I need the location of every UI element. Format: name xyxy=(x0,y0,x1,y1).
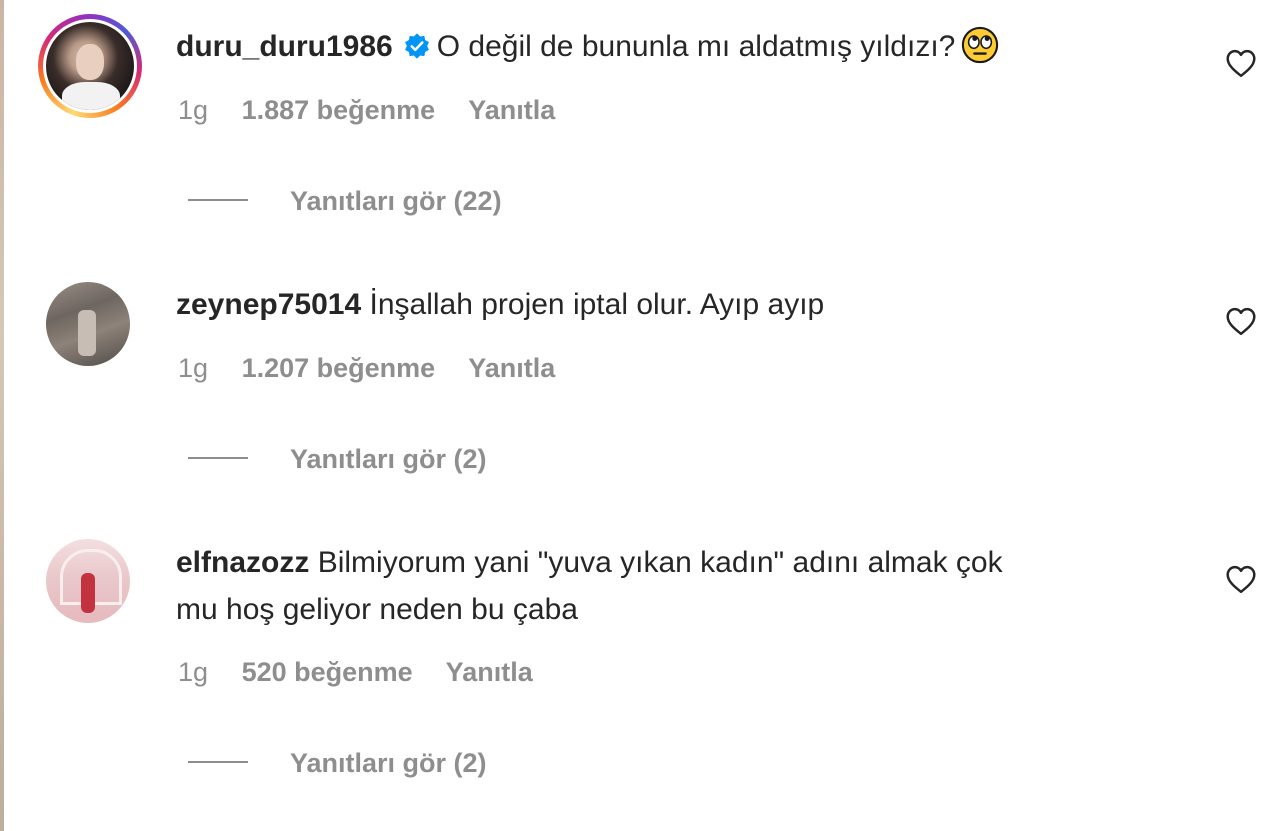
comment-likes[interactable]: 1.887 beğenme xyxy=(242,95,436,125)
reply-button[interactable]: Yanıtla xyxy=(468,353,555,383)
comment-text-line: zeynep75014 İnşallah projen iptal olur. … xyxy=(176,282,824,328)
verified-badge-icon xyxy=(404,33,429,59)
comment-text-continued: mu hoş geliyor neden bu çaba xyxy=(176,593,578,626)
page-edge-strip xyxy=(0,0,4,831)
replies-divider xyxy=(188,761,248,763)
view-replies-button[interactable]: Yanıtları gör (2) xyxy=(188,444,487,475)
avatar[interactable] xyxy=(46,282,130,366)
replies-divider xyxy=(188,199,248,201)
reply-button[interactable]: Yanıtla xyxy=(468,95,555,125)
comment-username[interactable]: zeynep75014 xyxy=(176,288,361,321)
avatar[interactable] xyxy=(46,539,130,623)
view-replies-label: Yanıtları gör (2) xyxy=(290,748,487,778)
comment-text: O değil de bununla mı aldatmış yıldızı? xyxy=(436,30,956,63)
replies-divider xyxy=(188,457,248,459)
view-replies-label: Yanıtları gör (22) xyxy=(290,186,502,216)
comment-likes[interactable]: 1.207 beğenme xyxy=(242,353,436,383)
heart-outline-icon[interactable] xyxy=(1222,44,1260,82)
comment-username[interactable]: duru_duru1986 xyxy=(176,30,393,63)
comment-username[interactable]: elfnazozz xyxy=(176,546,309,579)
heart-outline-icon[interactable] xyxy=(1222,560,1260,598)
comment-time: 1g xyxy=(178,657,209,687)
comment-time: 1g xyxy=(178,95,209,125)
comment-meta: 1g 1.207 beğenme Yanıtla xyxy=(178,353,581,384)
comment-meta: 1g 1.887 beğenme Yanıtla xyxy=(178,95,581,126)
view-replies-button[interactable]: Yanıtları gör (2) xyxy=(188,748,487,779)
comment-text-line: elfnazozz Bilmiyorum yani "yuva yıkan ka… xyxy=(176,540,1003,586)
face-with-rolling-eyes-icon xyxy=(962,26,999,64)
comment-text: İnşallah projen iptal olur. Ayıp ayıp xyxy=(369,288,825,321)
comment-meta: 1g 520 beğenme Yanıtla xyxy=(178,657,559,688)
view-replies-button[interactable]: Yanıtları gör (22) xyxy=(188,186,502,217)
comment-text: Bilmiyorum yani "yuva yıkan kadın" adını… xyxy=(317,546,1003,579)
comment-likes[interactable]: 520 beğenme xyxy=(242,657,413,687)
heart-outline-icon[interactable] xyxy=(1222,302,1260,340)
comment-text-line: duru_duru1986 O değil de bununla mı alda… xyxy=(176,24,999,70)
avatar[interactable] xyxy=(46,22,134,110)
reply-button[interactable]: Yanıtla xyxy=(446,657,533,687)
view-replies-label: Yanıtları gör (2) xyxy=(290,444,487,474)
comment-time: 1g xyxy=(178,353,209,383)
